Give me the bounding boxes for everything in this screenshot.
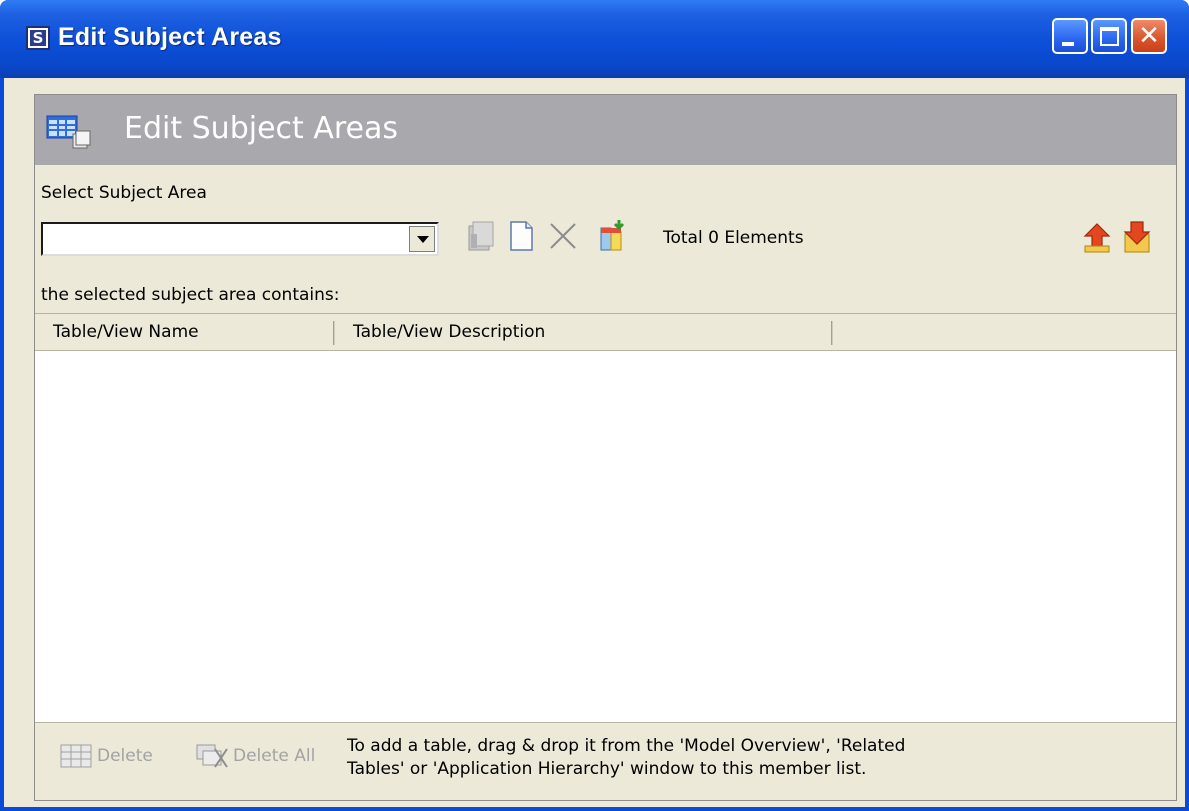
- delete-label: Delete: [97, 746, 153, 766]
- drag-drop-hint: To add a table, drag & drop it from the …: [347, 736, 906, 779]
- add-tables-icon[interactable]: [597, 218, 629, 254]
- dialog-client: Edit Subject Areas Select Subject Area T…: [4, 78, 1185, 807]
- contains-label: the selected subject area contains:: [41, 285, 340, 305]
- minimize-icon: [1062, 42, 1074, 46]
- delete-all-label: Delete All: [233, 746, 316, 766]
- total-elements-label: Total 0 Elements: [663, 228, 804, 248]
- app-window: S Edit Subject Areas ✕ Edit Subject Area…: [0, 0, 1189, 811]
- delete-all-button[interactable]: Delete All: [195, 743, 315, 775]
- members-table-header: Table/View Name Table/View Description: [35, 313, 1176, 351]
- maximize-button[interactable]: [1091, 18, 1127, 54]
- column-header-description[interactable]: Table/View Description: [353, 322, 545, 342]
- properties-icon[interactable]: [463, 218, 495, 254]
- column-divider[interactable]: [333, 321, 335, 345]
- import-icon[interactable]: [1121, 220, 1153, 256]
- select-subject-area-label: Select Subject Area: [41, 183, 207, 203]
- delete-all-tables-icon: [196, 744, 228, 768]
- title-bar[interactable]: S Edit Subject Areas ✕: [0, 0, 1189, 78]
- subject-area-icon: [46, 115, 91, 149]
- delete-table-icon: [60, 744, 92, 768]
- minimize-button[interactable]: [1052, 18, 1088, 54]
- new-document-icon[interactable]: [505, 218, 537, 254]
- app-icon-letter: S: [30, 30, 46, 46]
- panel-title: Edit Subject Areas: [124, 111, 398, 146]
- panel-header: Edit Subject Areas: [35, 95, 1176, 165]
- panel-footer: Delete Delete All To add a table, drag &…: [35, 723, 1176, 800]
- subject-area-select[interactable]: [41, 222, 439, 256]
- export-icon[interactable]: [1081, 220, 1113, 256]
- column-header-name[interactable]: Table/View Name: [53, 322, 199, 342]
- close-icon: ✕: [1138, 21, 1160, 51]
- maximize-icon: [1100, 27, 1119, 46]
- delete-x-icon[interactable]: [547, 218, 579, 254]
- subject-area-panel: Edit Subject Areas Select Subject Area T…: [34, 94, 1177, 801]
- close-button[interactable]: ✕: [1131, 18, 1167, 54]
- chevron-down-icon[interactable]: [409, 226, 435, 252]
- app-icon[interactable]: S: [26, 26, 50, 50]
- window-title: Edit Subject Areas: [58, 23, 282, 51]
- column-divider[interactable]: [831, 321, 833, 345]
- delete-button[interactable]: Delete: [59, 743, 153, 775]
- members-table-body[interactable]: [35, 351, 1176, 723]
